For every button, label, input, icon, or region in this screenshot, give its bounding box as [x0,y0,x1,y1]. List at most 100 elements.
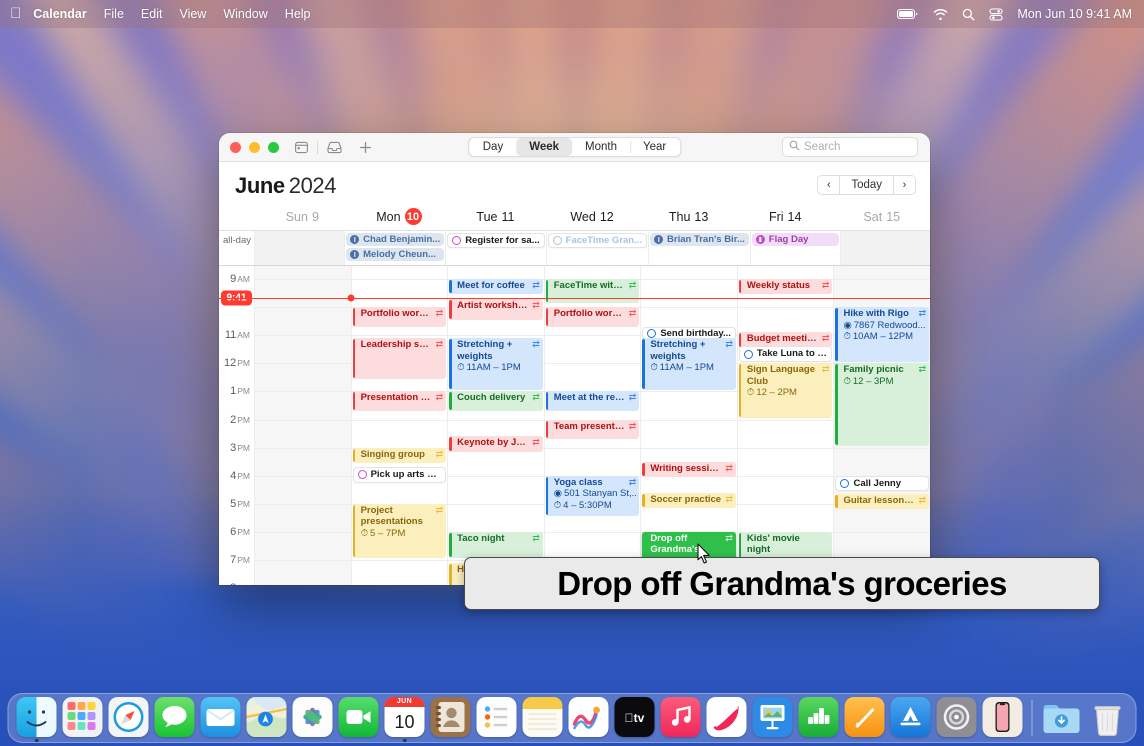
calendar-event[interactable]: Team presenta...⇄ [546,420,640,440]
menu-item-view[interactable]: View [179,7,206,21]
dock-item-facetime[interactable] [339,697,379,737]
all-day-event[interactable]: Brian Tran's Bir... [650,233,749,246]
calendar-event[interactable]: Soccer practice⇄ [642,493,736,508]
appletv-icon[interactable]: tv [615,697,655,737]
dock-item-news[interactable] [707,697,747,737]
freeform-icon[interactable] [569,697,609,737]
battery-icon[interactable] [897,8,919,20]
calendar-event[interactable]: Artist worksho...⇄ [449,299,543,320]
all-day-cell-tue[interactable]: Register for sa... [445,231,545,265]
dock-item-iphone-mirror[interactable] [983,697,1023,737]
search-field[interactable]: Search [782,137,918,157]
tab-day[interactable]: Day [470,138,516,156]
calendar-event[interactable]: Taco night⇄ [449,532,543,559]
calendar-event[interactable]: FaceTime with...⇄ [546,279,640,303]
menu-bar-clock[interactable]: Mon Jun 10 9:41 AM [1017,7,1132,21]
music-icon[interactable] [661,697,701,737]
calendar-event[interactable]: Singing group⇄ [353,448,447,463]
all-day-cell-sat[interactable] [840,231,930,265]
reminder-item[interactable]: Pick up arts &... [353,467,447,482]
all-day-event[interactable]: Flag Day [752,233,839,246]
wifi-icon[interactable] [933,8,948,20]
dock-item-contacts[interactable] [431,697,471,737]
notes-icon[interactable] [523,697,563,737]
menu-item-window[interactable]: Window [223,7,267,21]
contacts-icon[interactable] [431,697,471,737]
all-day-cell-sun[interactable] [254,231,344,265]
downloads-icon[interactable] [1042,697,1082,737]
day-column-mon[interactable]: Portfolio work...⇄Leadership skil...⇄Pre… [351,266,448,585]
search-icon[interactable] [962,8,975,21]
calendar-event[interactable]: Leadership skil...⇄ [353,338,447,379]
dock-item-pages[interactable] [845,697,885,737]
calendar-event[interactable]: Portfolio work...⇄ [546,307,640,327]
facetime-icon[interactable] [339,697,379,737]
dock-item-trash[interactable] [1088,697,1128,737]
day-column-thu[interactable]: Send birthday...Stretching + weights⏱11A… [640,266,737,585]
messages-icon[interactable] [155,697,195,737]
calendar-event[interactable]: Weekly status⇄ [739,279,833,294]
settings-icon[interactable] [937,697,977,737]
reminder-checkbox[interactable] [647,329,656,338]
day-column-wed[interactable]: FaceTime with...⇄ Portfolio work...⇄ Meet … [544,266,641,585]
safari-icon[interactable] [109,697,149,737]
calendar-icon[interactable]: JUN10 [385,697,425,737]
reminder-checkbox[interactable] [744,350,753,359]
dock-item-numbers[interactable] [799,697,839,737]
dock-item-reminders[interactable] [477,697,517,737]
finder-icon[interactable] [17,697,57,737]
reminder-checkbox[interactable] [358,470,367,479]
all-day-cell-wed[interactable]: FaceTime Gran... [546,231,648,265]
all-day-event[interactable]: Chad Benjamin... [346,233,444,246]
control-center-icon[interactable] [989,8,1003,21]
launchpad-icon[interactable] [63,697,103,737]
calendar-event[interactable]: Stretching + weights⏱11AM – 1PM⇄ [449,338,543,390]
day-column-tue[interactable]: Meet for coffee⇄ Artist worksho...⇄ Stretc… [447,266,544,585]
day-header-wed[interactable]: Wed12 [544,202,641,230]
day-column-sat[interactable]: Hike with Rigo◉7867 Redwood...⏱10AM – 12… [833,266,930,585]
dock-item-mail[interactable] [201,697,241,737]
dock-item-maps[interactable] [247,697,287,737]
calendar-event[interactable]: Couch delivery⇄ [449,391,543,411]
pages-icon[interactable] [845,697,885,737]
dock-item-messages[interactable] [155,697,195,737]
dock-item-appstore[interactable] [891,697,931,737]
dock-item-safari[interactable] [109,697,149,737]
calendar-event[interactable]: Project presentations⏱5 – 7PM⇄ [353,504,447,559]
dock-item-appletv[interactable]: tv [615,697,655,737]
today-button[interactable]: Today [840,175,893,195]
all-day-cell-thu[interactable]: Brian Tran's Bir... [648,231,750,265]
calendar-event[interactable]: Guitar lessons...⇄ [835,494,929,509]
calendar-event[interactable]: Meet at the res...⇄ [546,391,640,411]
minimize-button[interactable] [249,142,260,153]
calendar-event[interactable]: Writing sessio...⇄ [642,462,736,477]
dock-item-music[interactable] [661,697,701,737]
day-header-mon[interactable]: Mon10 [351,202,448,230]
dock-item-downloads[interactable] [1042,697,1082,737]
iphone-mirror-icon[interactable] [983,697,1023,737]
mail-icon[interactable] [201,697,241,737]
apple-logo-icon[interactable]:  [10,6,21,21]
next-week-button[interactable]: › [893,175,916,195]
dock-item-freeform[interactable] [569,697,609,737]
calendar-event[interactable]: Stretching + weights⏱11AM – 1PM⇄ [642,338,736,390]
menu-item-file[interactable]: File [104,7,124,21]
calendar-event[interactable]: Keynote by Ja...⇄ [449,436,543,451]
trash-icon[interactable] [1088,697,1128,737]
day-header-fri[interactable]: Fri14 [737,202,834,230]
tab-week[interactable]: Week [516,138,572,156]
reminder-checkbox[interactable] [840,479,849,488]
all-day-cell-fri[interactable]: Flag Day [750,231,840,265]
all-day-cell-mon[interactable]: Chad Benjamin...Melody Cheun... [344,231,445,265]
maps-icon[interactable] [247,697,287,737]
calendar-event[interactable]: Meet for coffee⇄ [449,279,543,294]
appstore-icon[interactable] [891,697,931,737]
calendar-event[interactable]: Hike with Rigo◉7867 Redwood...⏱10AM – 12… [835,307,929,362]
day-header-tue[interactable]: Tue11 [447,202,544,230]
calendar-grid[interactable]: Portfolio work...⇄ Leadership skil...⇄ Pre… [219,266,930,585]
dock-item-keynote[interactable] [753,697,793,737]
dock-item-launchpad[interactable] [63,697,103,737]
menu-item-help[interactable]: Help [285,7,311,21]
day-column-sun[interactable] [254,266,351,585]
calendar-event[interactable]: Presentation p...⇄ [353,391,447,411]
